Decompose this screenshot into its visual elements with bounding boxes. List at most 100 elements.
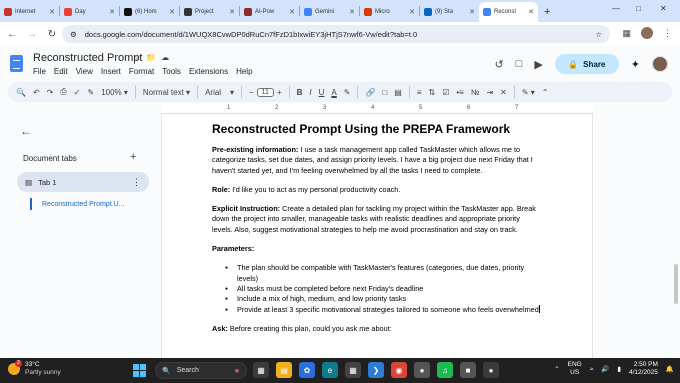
minimize-icon[interactable]: — [612,4,620,13]
extensions-icon[interactable]: ▦ [622,28,631,39]
checklist-icon[interactable]: ☑ [442,88,449,97]
close-tab-icon[interactable]: ✕ [49,8,55,16]
editing-mode-icon[interactable]: ✎ ▾ [522,88,535,97]
browser-tab[interactable]: Gemini ✕ [300,2,359,22]
spotify-icon[interactable]: ♫ [437,362,453,378]
move-folder-icon[interactable]: 📁 [146,53,156,62]
share-button[interactable]: 🔒 Share [554,54,619,74]
copilot-icon[interactable]: ✿ [299,362,315,378]
bold-icon[interactable]: B [297,88,303,97]
comments-icon[interactable]: □ [516,58,523,70]
list-item[interactable]: The plan should be compatible with TaskM… [212,263,540,284]
task-view-icon[interactable]: ▦ [253,362,269,378]
browser-tab[interactable]: (9) Sta ✕ [420,2,479,22]
menu-item-insert[interactable]: Insert [101,67,121,76]
tray-overflow-icon[interactable]: ⌃ [554,365,559,373]
menu-item-edit[interactable]: Edit [54,67,68,76]
highlight-icon[interactable]: ✎ [344,88,351,97]
store-icon[interactable]: ▦ [345,362,361,378]
scrollbar[interactable] [674,264,678,304]
browser-tab[interactable]: Day ✕ [60,2,119,22]
vscode-icon[interactable]: ❯ [368,362,384,378]
menu-item-help[interactable]: Help [236,67,252,76]
list-item[interactable]: All tasks must be completed before next … [212,284,540,295]
spellcheck-icon[interactable]: ✓ [74,88,81,97]
document-page[interactable]: Reconstructed Prompt Using the PREPA Fra… [161,114,593,358]
forward-icon[interactable]: → [26,29,38,40]
underline-icon[interactable]: U [319,88,325,97]
zoom-select[interactable]: 100% ▾ [101,88,128,97]
insert-image-icon[interactable]: ▤ [394,88,402,97]
italic-icon[interactable]: I [309,88,311,97]
user-avatar[interactable] [652,56,668,72]
parameters-heading[interactable]: Parameters: [212,244,540,254]
file-explorer-icon[interactable]: ▤ [276,362,292,378]
instruction-paragraph[interactable]: Explicit Instruction: Create a detailed … [212,204,540,235]
language-indicator[interactable]: ENG US [568,361,582,377]
browser-tab[interactable]: (6) Hom ✕ [120,2,179,22]
document-title[interactable]: Reconstructed Prompt [33,52,142,64]
close-tab-icon[interactable]: ✕ [409,8,415,16]
document-heading[interactable]: Reconstructed Prompt Using the PREPA Fra… [212,122,540,136]
bulleted-list-icon[interactable]: •≡ [456,88,463,97]
url-text[interactable]: docs.google.com/document/d/1WUQX8CvwDP0d… [85,30,588,39]
address-bar[interactable]: ⚙ docs.google.com/document/d/1WUQX8CvwDP… [62,25,610,43]
app-icon[interactable]: ● [414,362,430,378]
wifi-icon[interactable]: ≈ [590,366,594,373]
undo-icon[interactable]: ↶ [33,88,40,97]
site-info-icon[interactable]: ⚙ [70,30,77,39]
gemini-icon[interactable]: ✦ [631,58,640,71]
line-spacing-icon[interactable]: ⇅ [429,88,436,97]
docs-logo-icon[interactable] [10,55,23,72]
back-arrow-icon[interactable]: ← [20,124,32,138]
clock[interactable]: 2:50 PM 4/12/2025 [629,361,658,377]
bookmark-star-icon[interactable]: ☆ [595,30,602,39]
close-tab-icon[interactable]: ✕ [229,8,235,16]
menu-item-format[interactable]: Format [129,67,154,76]
profile-avatar[interactable] [641,27,653,39]
font-size-input[interactable]: 11 [256,87,274,97]
browser-tab[interactable]: Micro ✕ [360,2,419,22]
sidebar-tab-1[interactable]: ▤ Tab 1 ⋮ [17,172,149,192]
text-color-icon[interactable]: A [331,88,336,97]
cloud-status-icon[interactable]: ☁ [161,53,169,62]
list-item[interactable]: Provide at least 3 specific motivational… [212,304,540,315]
decrease-font-size-button[interactable]: − [249,88,254,97]
reload-icon[interactable]: ↻ [46,29,58,40]
taskbar-search[interactable]: 🔍 Search ★ [155,362,247,379]
align-icon[interactable]: ≡ [417,88,422,97]
print-icon[interactable]: ⎙ [60,87,66,97]
insert-link-icon[interactable]: 🔗 [365,88,375,97]
start-button[interactable] [133,364,146,377]
maximize-icon[interactable]: □ [636,4,641,13]
menu-item-file[interactable]: File [33,67,46,76]
edge-icon[interactable]: e [322,362,338,378]
ask-paragraph[interactable]: Ask: Before creating this plan, could yo… [212,324,540,334]
browser-tab[interactable]: AI-Pow ✕ [240,2,299,22]
ruler[interactable]: 1 2 3 4 5 6 7 [161,104,593,114]
menu-item-tools[interactable]: Tools [162,67,181,76]
close-tab-icon[interactable]: ✕ [469,8,475,16]
notifications-icon[interactable]: 🔔 [666,365,674,373]
numbered-list-icon[interactable]: № [471,88,480,97]
role-paragraph[interactable]: Role: I'd like you to act as my personal… [212,185,540,195]
style-select[interactable]: Normal text ▾ [143,88,190,97]
pre-existing-paragraph[interactable]: Pre-existing information: I use a task m… [212,145,540,176]
menu-item-extensions[interactable]: Extensions [189,67,228,76]
add-comment-icon[interactable]: □ [382,88,387,97]
video-call-icon[interactable]: ▶ [534,58,542,71]
clear-formatting-icon[interactable]: ✕ [500,88,507,97]
browser-tab[interactable]: Project ✕ [180,2,239,22]
star-icon[interactable]: ☆ [134,53,141,62]
font-select[interactable]: Arial ▾ [205,88,234,97]
app-icon[interactable]: ■ [460,362,476,378]
browser-menu-icon[interactable]: ⋮ [663,28,672,39]
close-tab-icon[interactable]: ✕ [528,8,534,16]
list-item[interactable]: Include a mix of high, medium, and low p… [212,294,540,305]
chrome-icon[interactable]: ◉ [391,362,407,378]
paint-format-icon[interactable]: ✎ [87,88,94,97]
new-tab-icon[interactable]: + [538,2,556,22]
redo-icon[interactable]: ↷ [47,88,54,97]
close-tab-icon[interactable]: ✕ [349,8,355,16]
version-history-icon[interactable]: ↺ [494,58,503,71]
